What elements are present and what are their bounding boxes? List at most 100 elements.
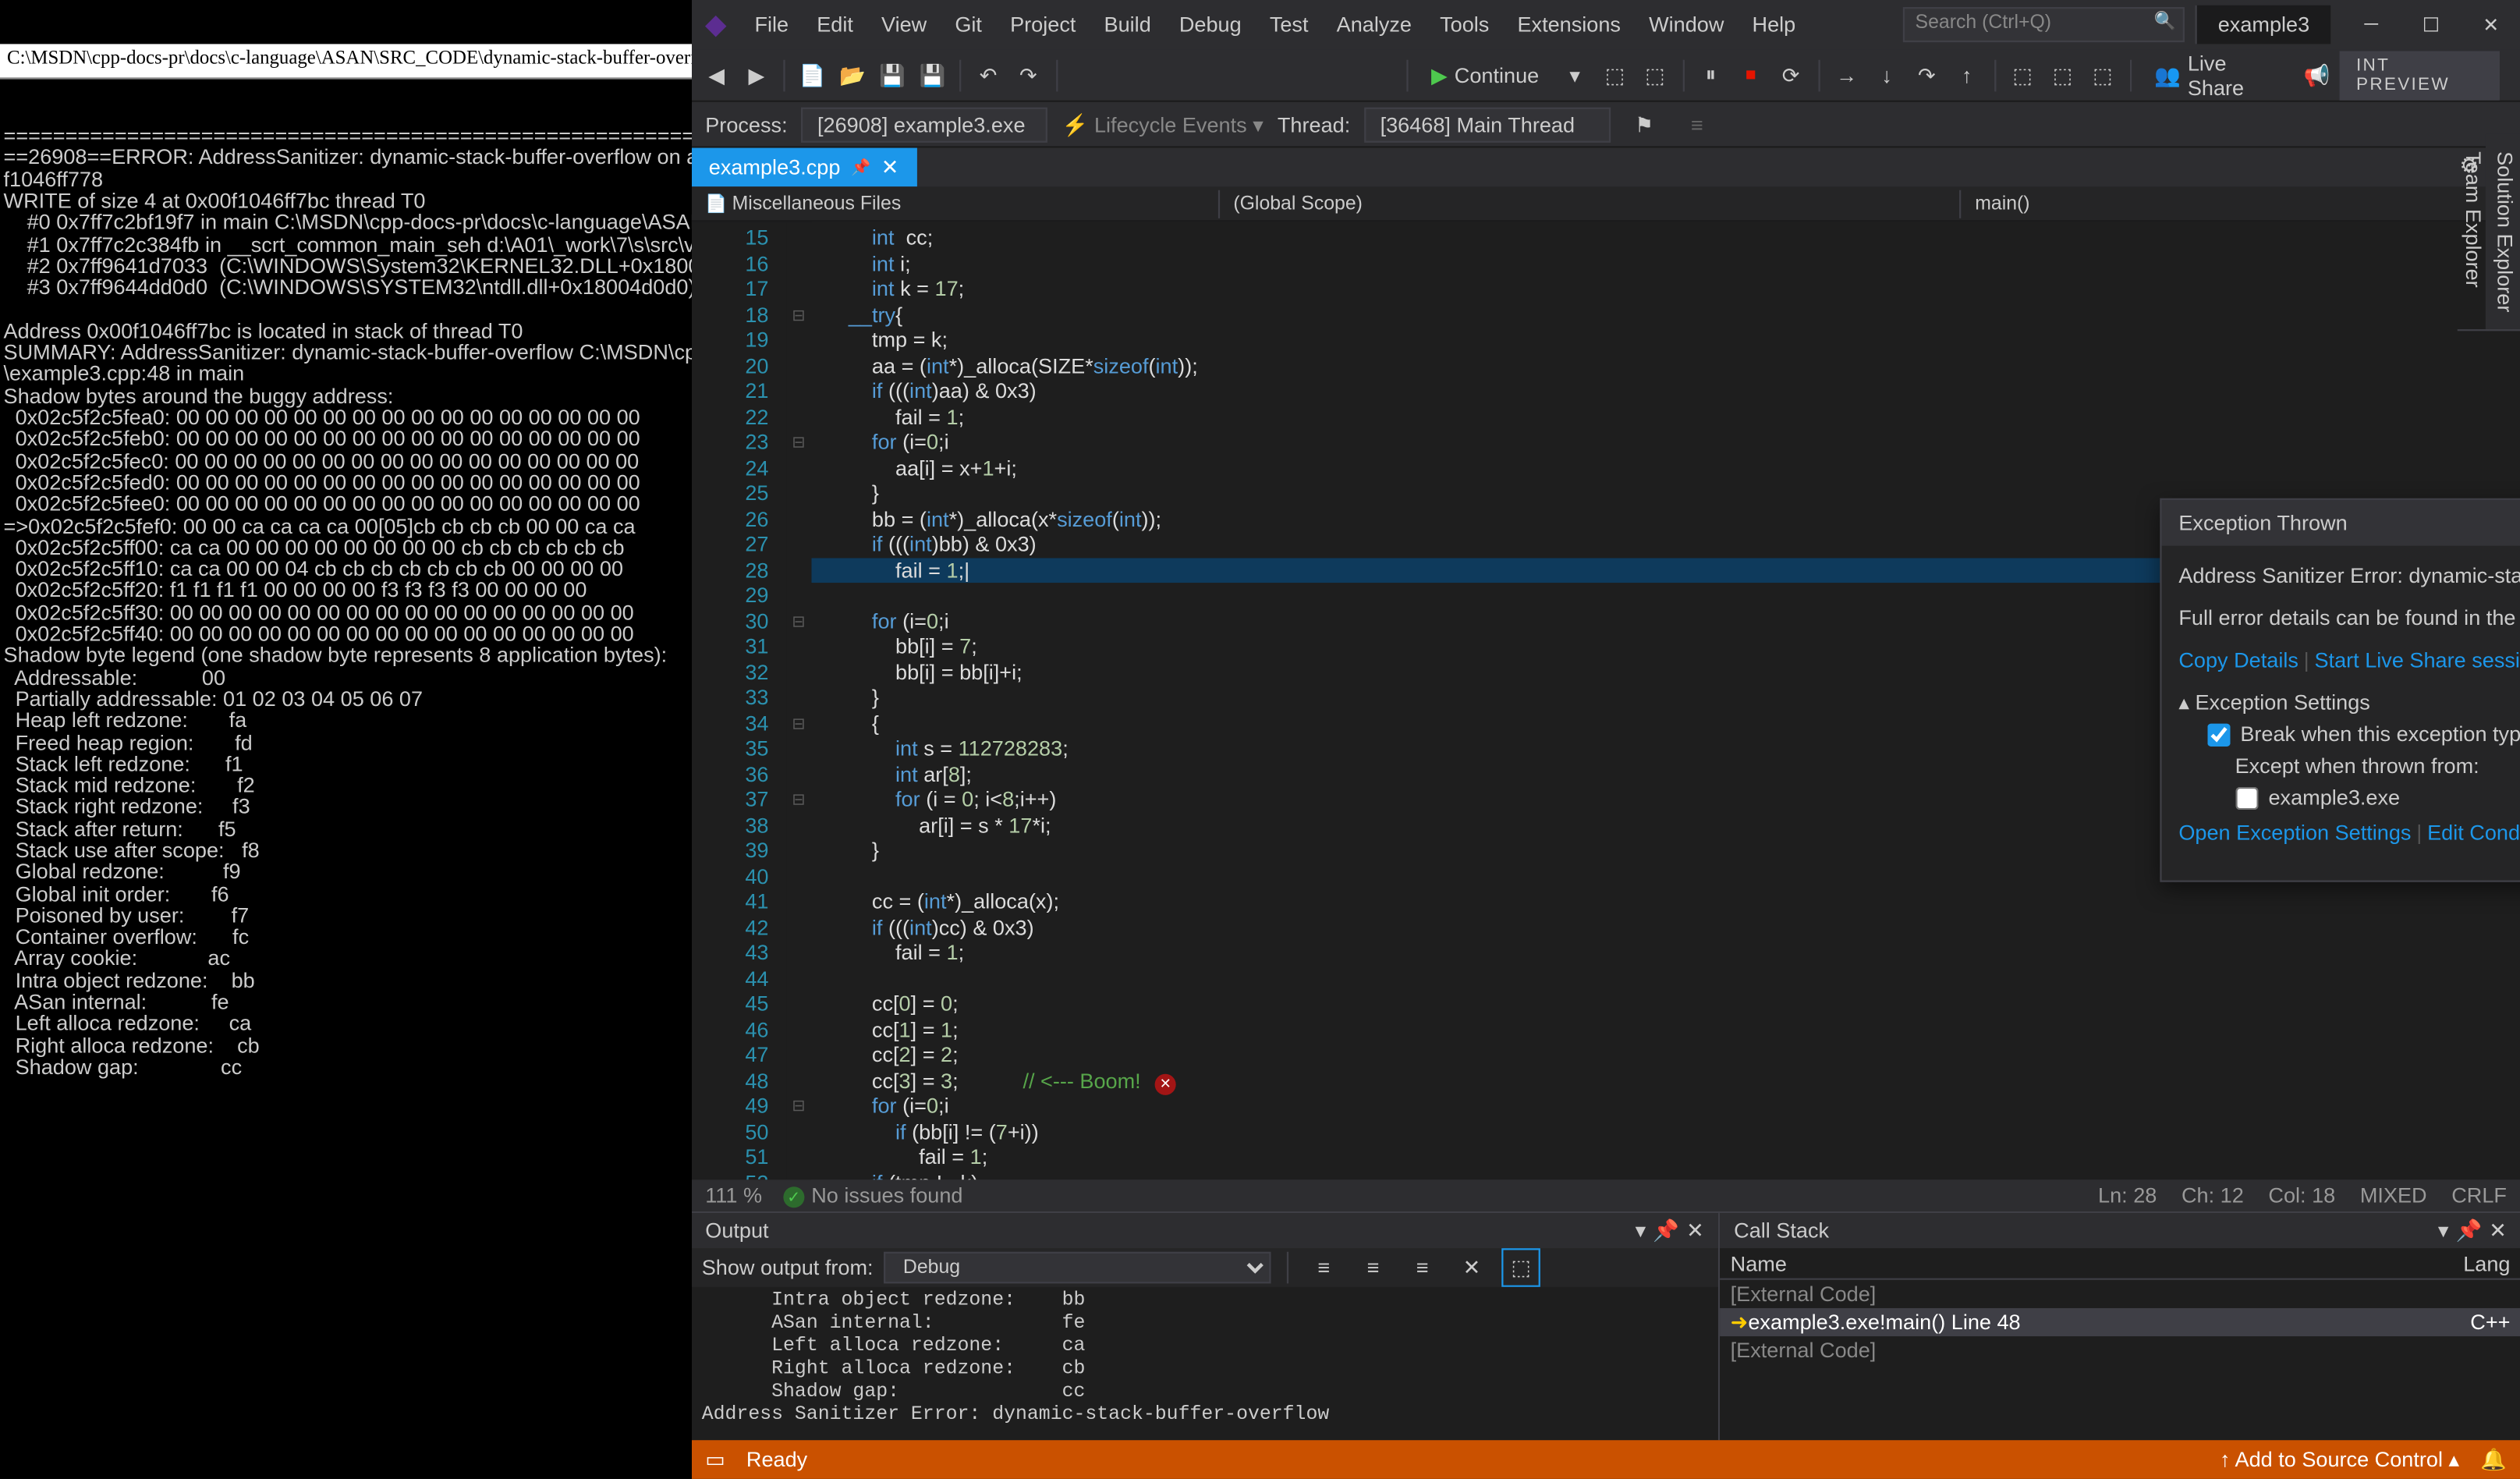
search-input[interactable]: Search (Ctrl+Q) [1903, 7, 2185, 42]
toolbar-icon[interactable]: ⬚ [2084, 55, 2121, 94]
except-checkbox[interactable] [2235, 786, 2258, 809]
notifications-icon[interactable]: 🔔 [2480, 1447, 2507, 1472]
menu-build[interactable]: Build [1090, 5, 1164, 44]
menu-git[interactable]: Git [941, 5, 996, 44]
step-over-icon[interactable]: ↷ [1909, 55, 1945, 94]
step-out-icon[interactable]: ↑ [1948, 55, 1985, 94]
feedback-icon[interactable]: 📢 [2298, 55, 2335, 94]
col-lang[interactable]: Lang [2463, 1252, 2510, 1275]
zoom-level[interactable]: 111 % [705, 1183, 762, 1208]
edit-conditions-link[interactable]: Edit Conditions [2427, 821, 2520, 846]
dropdown-icon[interactable]: ▾ [2438, 1218, 2449, 1243]
debug-process-bar: Process: [26908] example3.exe ⚡ Lifecycl… [691, 102, 2520, 148]
nav-fwd-icon[interactable]: ▶ [739, 55, 775, 94]
toolbar-icon[interactable]: ⬚ [2044, 55, 2081, 94]
callstack-row[interactable]: [External Code] [1720, 1336, 2520, 1364]
output-tb-icon[interactable]: ≡ [1305, 1248, 1344, 1287]
solution-explorer-tab[interactable]: Solution Explorer [2489, 134, 2520, 332]
process-label: Process: [705, 112, 787, 137]
status-ready: Ready [746, 1447, 807, 1472]
output-tb-icon[interactable]: ✕ [1452, 1248, 1491, 1287]
menu-extensions[interactable]: Extensions [1503, 5, 1635, 44]
visual-studio-window: ◆ File Edit View Git Project Build Debug… [691, 0, 2520, 1479]
stack-frame-icon[interactable]: ≡ [1678, 105, 1717, 144]
new-icon[interactable]: 📄 [794, 55, 831, 94]
continue-button[interactable]: Continue [1417, 59, 1553, 91]
maximize-button[interactable]: ☐ [2401, 0, 2462, 49]
char-indicator: Ch: 12 [2182, 1183, 2244, 1208]
output-source-dropdown[interactable]: Debug [884, 1252, 1271, 1284]
output-tb-icon[interactable]: ≡ [1403, 1248, 1442, 1287]
exception-title: Exception Thrown [2178, 511, 2347, 536]
indent-indicator[interactable]: MIXED [2360, 1183, 2427, 1208]
thread-dropdown[interactable]: [36468] Main Thread [1364, 107, 1611, 142]
output-tb-icon[interactable]: ≡ [1354, 1248, 1393, 1287]
issues-indicator[interactable]: No issues found [783, 1183, 962, 1208]
menu-project[interactable]: Project [996, 5, 1090, 44]
toolbar-icon[interactable]: ▾ [1557, 55, 1593, 94]
tab-example3[interactable]: example3.cpp 📌 ✕ [691, 148, 916, 187]
step-into-icon[interactable]: ↓ [1869, 55, 1905, 94]
col-name[interactable]: Name [1731, 1252, 1787, 1275]
output-from-label: Show output from: [702, 1255, 874, 1280]
close-icon[interactable]: ✕ [2489, 1218, 2507, 1243]
eol-indicator[interactable]: CRLF [2451, 1183, 2507, 1208]
nav-function[interactable]: main() [1961, 190, 2489, 218]
nav-back-icon[interactable]: ◀ [698, 55, 735, 94]
output-tb-icon[interactable]: ⬚ [1501, 1248, 1540, 1287]
dropdown-icon[interactable]: ▾ [1636, 1218, 1646, 1243]
menu-help[interactable]: Help [1738, 5, 1809, 44]
toolbar-icon[interactable]: ⬚ [1597, 55, 1633, 94]
liveshare-button[interactable]: 👥 Live Share [2140, 50, 2295, 99]
output-title: Output [705, 1218, 768, 1243]
close-button[interactable]: ✕ [2461, 0, 2520, 49]
save-all-icon[interactable]: 💾 [914, 55, 951, 94]
pin-icon[interactable]: 📌 [1653, 1218, 1679, 1243]
callstack-title: Call Stack [1734, 1218, 1829, 1243]
menu-window[interactable]: Window [1635, 5, 1738, 44]
pin-icon[interactable]: 📌 [2455, 1218, 2482, 1243]
thread-label: Thread: [1278, 112, 1350, 137]
stop-icon[interactable]: ⏹ [1732, 55, 1769, 94]
redo-icon[interactable]: ↷ [1010, 55, 1047, 94]
callstack-row[interactable]: [External Code] [1720, 1280, 2520, 1308]
nav-project[interactable]: Miscellaneous Files [691, 190, 1219, 218]
add-to-source-control[interactable]: ↑ Add to Source Control ▴ [2220, 1447, 2459, 1472]
save-icon[interactable]: 💾 [874, 55, 911, 94]
col-indicator: Col: 18 [2268, 1183, 2335, 1208]
copy-details-link[interactable]: Copy Details [2178, 648, 2298, 673]
menu-test[interactable]: Test [1256, 5, 1323, 44]
lifecycle-events[interactable]: ⚡ Lifecycle Events ▾ [1062, 112, 1264, 137]
close-tab-icon[interactable]: ✕ [881, 155, 899, 180]
break-checkbox[interactable] [2206, 722, 2229, 745]
callstack-row[interactable]: example3.exe!main() Line 48C++ [1720, 1308, 2520, 1336]
restart-icon[interactable]: ⟳ [1773, 55, 1809, 94]
toolbar-icon[interactable]: ⬚ [1637, 55, 1674, 94]
pin-icon[interactable]: 📌 [851, 158, 870, 177]
flag-icon[interactable]: ⚑ [1625, 105, 1664, 144]
exception-settings-header[interactable]: Exception Settings [2178, 690, 2520, 715]
output-text[interactable]: Intra object redzone: bb ASan internal: … [691, 1287, 1718, 1440]
menu-edit[interactable]: Edit [803, 5, 867, 44]
team-explorer-tab[interactable]: Team Explorer [2458, 134, 2490, 332]
menu-tools[interactable]: Tools [1426, 5, 1503, 44]
titlebar: ◆ File Edit View Git Project Build Debug… [691, 0, 2520, 49]
nav-scope[interactable]: (Global Scope) [1219, 190, 1961, 218]
undo-icon[interactable]: ↶ [970, 55, 1007, 94]
code-folding[interactable]: ⊟⊟⊟⊟⊟⊟ [786, 222, 811, 1179]
close-icon[interactable]: ✕ [1686, 1218, 1704, 1243]
liveshare-link[interactable]: Start Live Share session... [2314, 648, 2520, 673]
open-exception-settings-link[interactable]: Open Exception Settings [2178, 821, 2411, 846]
process-dropdown[interactable]: [26908] example3.exe [802, 107, 1048, 142]
menu-analyze[interactable]: Analyze [1323, 5, 1426, 44]
toolbar-icon[interactable]: ⬚ [2004, 55, 2041, 94]
step-icon[interactable]: → [1828, 55, 1865, 94]
minimize-button[interactable]: ─ [2341, 0, 2401, 49]
menu-view[interactable]: View [867, 5, 941, 44]
line-indicator[interactable]: Ln: 28 [2098, 1183, 2157, 1208]
pause-icon[interactable]: ⏸ [1692, 55, 1729, 94]
menu-debug[interactable]: Debug [1165, 5, 1256, 44]
open-icon[interactable]: 📂 [834, 55, 870, 94]
menu-file[interactable]: File [740, 5, 803, 44]
code-nav-bar: Miscellaneous Files (Global Scope) main(… [691, 186, 2520, 222]
